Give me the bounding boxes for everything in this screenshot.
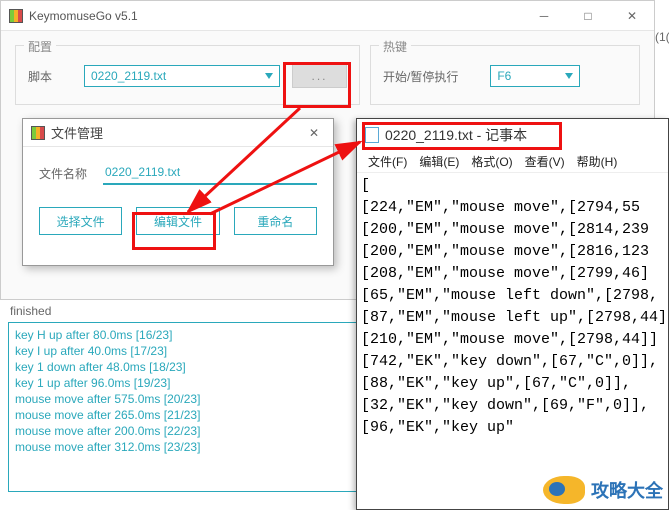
notepad-menu-item[interactable]: 编辑(E)	[414, 153, 464, 170]
script-dropdown[interactable]: 0220_2119.txt	[84, 65, 280, 87]
dialog-title: 文件管理	[51, 123, 295, 142]
dialog-icon	[31, 126, 45, 140]
notepad-menu-item[interactable]: 帮助(H)	[572, 153, 623, 170]
hotkey-value: F6	[497, 69, 511, 83]
watermark-text: 攻略大全	[591, 477, 663, 503]
edit-file-button[interactable]: 编辑文件	[136, 207, 219, 235]
file-manager-dialog: 文件管理 ✕ 文件名称 选择文件 编辑文件 重命名	[22, 118, 334, 266]
hotkey-panel: 热键 开始/暂停执行 F6	[370, 45, 640, 105]
close-button[interactable]: ✕	[610, 1, 654, 31]
notepad-menu-item[interactable]: 文件(F)	[363, 153, 412, 170]
notepad-titlebar: 0220_2119.txt - 记事本	[357, 119, 668, 151]
cropped-text: (1(	[655, 30, 669, 50]
notepad-title: 0220_2119.txt - 记事本	[385, 125, 527, 145]
hotkey-panel-title: 热键	[379, 38, 411, 55]
notepad-window: 0220_2119.txt - 记事本 文件(F)编辑(E)格式(O)查看(V)…	[356, 118, 669, 510]
watermark: 攻略大全	[543, 476, 663, 504]
script-dropdown-value: 0220_2119.txt	[91, 69, 166, 83]
rename-button[interactable]: 重命名	[234, 207, 317, 235]
hotkey-label: 开始/暂停执行	[383, 68, 458, 85]
maximize-button[interactable]: □	[566, 1, 610, 31]
notepad-menu-item[interactable]: 格式(O)	[466, 153, 517, 170]
chevron-down-icon	[565, 73, 573, 79]
notepad-menu: 文件(F)编辑(E)格式(O)查看(V)帮助(H)	[357, 151, 668, 173]
filename-label: 文件名称	[39, 165, 91, 182]
app-title: KeymomuseGo v5.1	[29, 9, 522, 23]
minimize-button[interactable]: ─	[522, 1, 566, 31]
main-titlebar: KeymomuseGo v5.1 ─ □ ✕	[1, 1, 654, 31]
filename-input[interactable]	[103, 161, 317, 185]
more-button[interactable]: ...	[292, 64, 347, 88]
choose-file-button[interactable]: 选择文件	[39, 207, 122, 235]
chevron-down-icon	[265, 73, 273, 79]
config-panel-title: 配置	[24, 38, 56, 55]
script-label: 脚本	[28, 68, 72, 85]
hotkey-dropdown[interactable]: F6	[490, 65, 580, 87]
dialog-close-button[interactable]: ✕	[295, 118, 333, 148]
config-panel: 配置 脚本 0220_2119.txt ...	[15, 45, 360, 105]
notepad-content[interactable]: [ [224,"EM","mouse move",[2794,55 [200,"…	[357, 173, 668, 509]
notepad-menu-item[interactable]: 查看(V)	[520, 153, 570, 170]
dialog-titlebar: 文件管理 ✕	[23, 119, 333, 147]
watermark-icon	[543, 476, 585, 504]
notepad-icon	[365, 127, 379, 143]
app-icon	[9, 9, 23, 23]
